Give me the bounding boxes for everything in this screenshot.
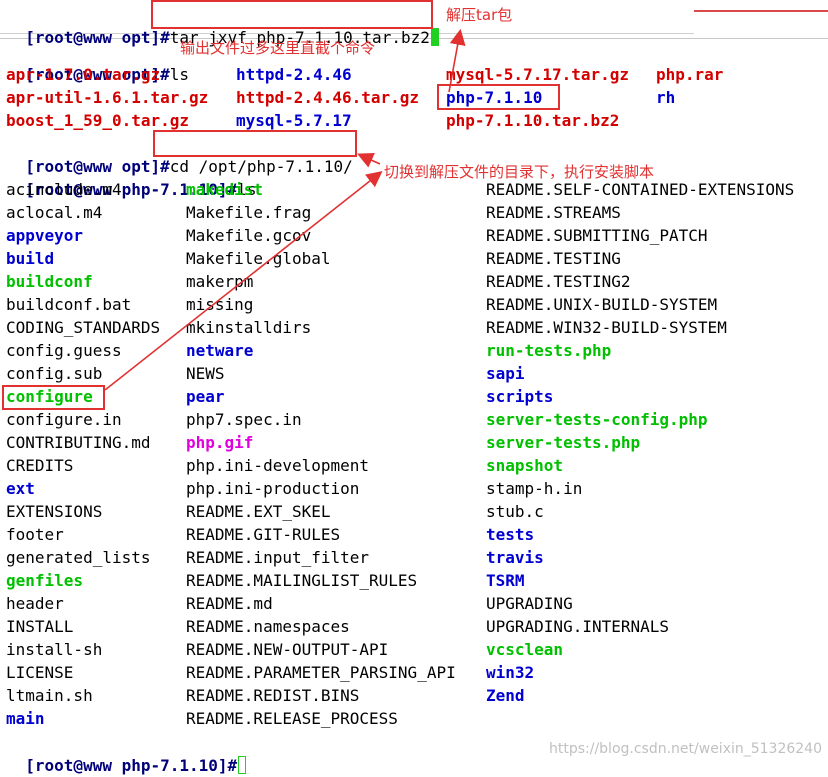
list-item: UPGRADING bbox=[486, 594, 573, 613]
list-item: aclocal.m4 bbox=[6, 203, 103, 222]
list-item: README.NEW-OUTPUT-API bbox=[186, 640, 389, 659]
list-item: run-tests.php bbox=[486, 341, 612, 360]
list-item: Makefile.global bbox=[186, 249, 331, 268]
list-item: generated_lists bbox=[6, 548, 151, 567]
list-item: main bbox=[6, 709, 45, 728]
list-item: appveyor bbox=[6, 226, 84, 245]
terminal-cursor-icon bbox=[430, 28, 439, 46]
list-item: README.SUBMITTING_PATCH bbox=[486, 226, 708, 245]
list-item: scripts bbox=[486, 387, 554, 406]
list-item: README.input_filter bbox=[186, 548, 370, 567]
list-item: sapi bbox=[486, 364, 525, 383]
list-item: INSTALL bbox=[6, 617, 74, 636]
list-item: httpd-2.4.46 bbox=[236, 65, 352, 84]
final-prompt-line[interactable]: [root@www php-7.1.10]# bbox=[6, 731, 247, 775]
list-item: php.rar bbox=[656, 65, 724, 84]
list-item: php-7.1.10.tar.bz2 bbox=[446, 111, 620, 130]
list-item: TSRM bbox=[486, 571, 525, 590]
list-item: README.EXT_SKEL bbox=[186, 502, 331, 521]
list-item: httpd-2.4.46.tar.gz bbox=[236, 88, 420, 107]
watermark: https://blog.csdn.net/weixin_51326240 bbox=[548, 741, 822, 757]
cd-annotation: 切换到解压文件的目录下，执行安装脚本 bbox=[384, 163, 655, 181]
prompt: [root@www php-7.1.10]# bbox=[25, 756, 238, 775]
list-item: mysql-5.7.17 bbox=[236, 111, 352, 130]
list-item: apr-1.7.0.tar.gz bbox=[6, 65, 161, 84]
php-dir-highlight bbox=[437, 84, 560, 110]
ls-php-command-line: [root@www php-7.1.10]#ls bbox=[6, 155, 256, 199]
list-item: stub.c bbox=[486, 502, 544, 521]
list-item: vcsclean bbox=[486, 640, 564, 659]
list-item: README.GIT-RULES bbox=[186, 525, 341, 544]
list-item: Makefile.gcov bbox=[186, 226, 312, 245]
list-item: php.gif bbox=[186, 433, 254, 452]
list-item: README.UNIX-BUILD-SYSTEM bbox=[486, 295, 718, 314]
configure-highlight bbox=[2, 385, 105, 410]
list-item: README.MAILINGLIST_RULES bbox=[186, 571, 418, 590]
list-item: php7.spec.in bbox=[186, 410, 302, 429]
list-item: genfiles bbox=[6, 571, 84, 590]
list-item: config.guess bbox=[6, 341, 122, 360]
list-item: Zend bbox=[486, 686, 525, 705]
list-item: CREDITS bbox=[6, 456, 74, 475]
list-item: config.sub bbox=[6, 364, 103, 383]
list-item: makedist bbox=[186, 180, 264, 199]
list-item: README.RELEASE_PROCESS bbox=[186, 709, 398, 728]
top-right-panel-edge bbox=[694, 0, 828, 12]
list-item: snapshot bbox=[486, 456, 564, 475]
list-item: php.ini-development bbox=[186, 456, 370, 475]
list-item: tests bbox=[486, 525, 535, 544]
list-item: build bbox=[6, 249, 55, 268]
list-item: install-sh bbox=[6, 640, 103, 659]
list-item: Makefile.frag bbox=[186, 203, 312, 222]
list-item: buildconf.bat bbox=[6, 295, 132, 314]
list-item: mysql-5.7.17.tar.gz bbox=[446, 65, 630, 84]
list-item: README.REDIST.BINS bbox=[186, 686, 360, 705]
list-item: makerpm bbox=[186, 272, 254, 291]
list-item: README.namespaces bbox=[186, 617, 350, 636]
ls-opt-command-line: [root@www opt]#ls bbox=[6, 40, 189, 84]
list-item: configure.in bbox=[6, 410, 122, 429]
list-item: buildconf bbox=[6, 272, 93, 291]
list-item: header bbox=[6, 594, 64, 613]
list-item: ext bbox=[6, 479, 35, 498]
list-item: README.STREAMS bbox=[486, 203, 621, 222]
list-item: boost_1_59_0.tar.gz bbox=[6, 111, 190, 130]
list-item: README.TESTING bbox=[486, 249, 621, 268]
list-item: README.PARAMETER_PARSING_API bbox=[186, 663, 456, 682]
list-item: travis bbox=[486, 548, 544, 567]
list-item: mkinstalldirs bbox=[186, 318, 312, 337]
list-item: CODING_STANDARDS bbox=[6, 318, 161, 337]
list-item: pear bbox=[186, 387, 225, 406]
extract-command-highlight bbox=[151, 0, 433, 29]
list-item: README.TESTING2 bbox=[486, 272, 631, 291]
list-item: footer bbox=[6, 525, 64, 544]
list-item: UPGRADING.INTERNALS bbox=[486, 617, 670, 636]
list-item: win32 bbox=[486, 663, 535, 682]
terminal-cursor-icon bbox=[238, 756, 247, 774]
extract-annotation: 解压tar包 bbox=[446, 6, 513, 24]
list-item: README.md bbox=[186, 594, 273, 613]
ls-annotation: 输出文件过多这里直截个命令 bbox=[180, 39, 376, 57]
list-item: missing bbox=[186, 295, 254, 314]
list-item: server-tests-config.php bbox=[486, 410, 708, 429]
list-item: rh bbox=[656, 88, 676, 107]
list-item: server-tests.php bbox=[486, 433, 641, 452]
list-item: ltmain.sh bbox=[6, 686, 93, 705]
list-item: README.WIN32-BUILD-SYSTEM bbox=[486, 318, 727, 337]
command-text: ls bbox=[169, 65, 190, 84]
list-item: NEWS bbox=[186, 364, 225, 383]
list-item: stamp-h.in bbox=[486, 479, 583, 498]
list-item: EXTENSIONS bbox=[6, 502, 103, 521]
list-item: LICENSE bbox=[6, 663, 74, 682]
list-item: netware bbox=[186, 341, 254, 360]
list-item: apr-util-1.6.1.tar.gz bbox=[6, 88, 209, 107]
list-item: acinclude.m4 bbox=[6, 180, 122, 199]
cd-command-highlight bbox=[153, 130, 357, 157]
list-item: php.ini-production bbox=[186, 479, 360, 498]
list-item: CONTRIBUTING.md bbox=[6, 433, 151, 452]
